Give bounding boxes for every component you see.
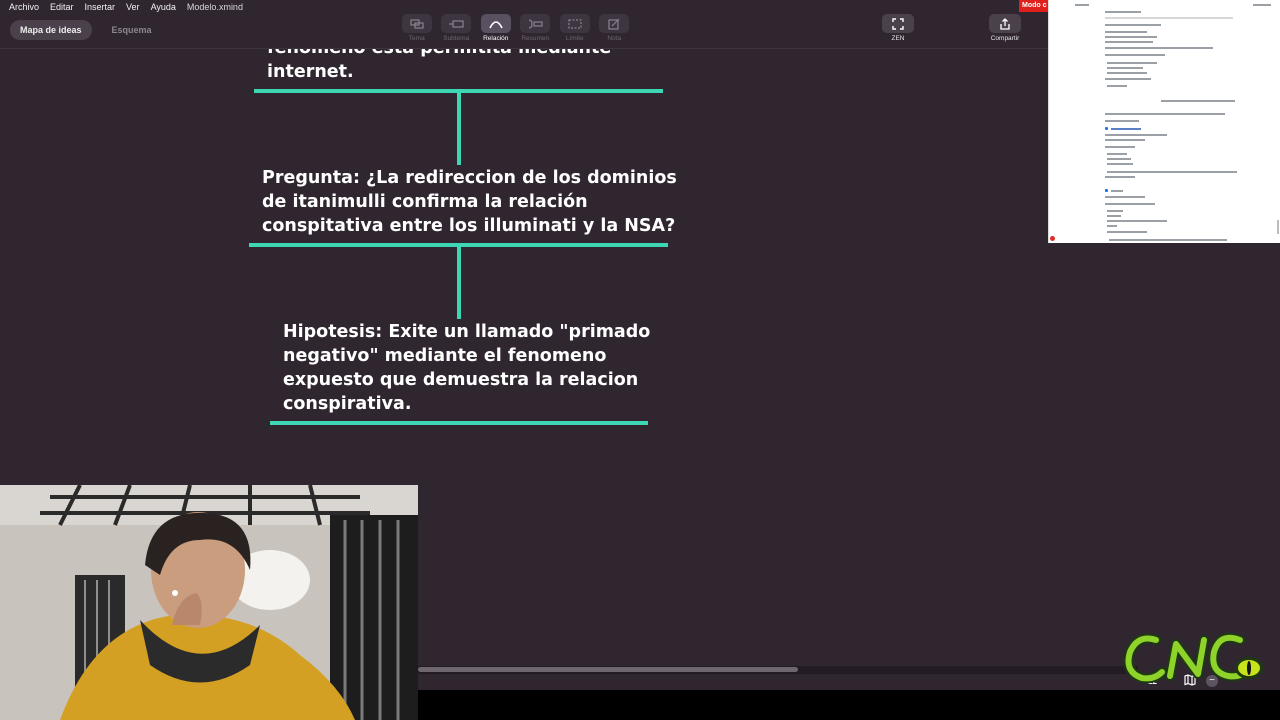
resumen-button[interactable]: Resumen: [516, 14, 556, 46]
document-name: Modelo.xmind: [186, 1, 243, 12]
subtema-icon: [441, 14, 472, 33]
topic-text-line: conspitativa entre los illuminati y la N…: [262, 216, 676, 236]
tema-label: Tema: [408, 35, 425, 42]
compartir-button[interactable]: Compartir: [985, 14, 1025, 46]
page-text: [1105, 31, 1147, 33]
topic-text-line: conspirativa.: [283, 394, 412, 414]
limite-button[interactable]: Límite: [555, 14, 595, 46]
page-text: [1105, 113, 1225, 115]
resumen-icon: [520, 14, 551, 33]
topic-text-line: Pregunta: ¿La redireccion de los dominio…: [262, 168, 677, 188]
compartir-label: Compartir: [990, 35, 1020, 42]
limite-label: Límite: [565, 35, 584, 42]
topic-text-line: internet.: [267, 62, 354, 82]
page-text: [1107, 210, 1123, 212]
page-text: [1105, 134, 1167, 136]
page-text: [1107, 225, 1117, 227]
tema-button[interactable]: Tema: [397, 14, 437, 46]
subtema-button[interactable]: Subtema: [437, 14, 477, 46]
tab-esquema[interactable]: Esquema: [102, 20, 162, 40]
page-scrollbar[interactable]: [1277, 220, 1279, 234]
insert-toolbar: Tema Subtema Relación Resumen Límite Not…: [397, 14, 634, 46]
page-text: [1105, 41, 1153, 43]
topic-text-line: fenomeno esta permitita mediante: [267, 49, 611, 60]
topic-underline: [270, 421, 648, 425]
scrollbar-thumb[interactable]: [418, 667, 798, 672]
topic-node-hipotesis[interactable]: Hipotesis: Exite un llamado "primado neg…: [283, 320, 650, 416]
relacion-label: Relación: [483, 35, 509, 42]
branch-connector: [457, 93, 461, 165]
page-text: [1105, 146, 1135, 148]
page-text: [1161, 100, 1235, 102]
nota-label: Nota: [607, 35, 622, 42]
zen-icon: [882, 14, 914, 33]
page-text: [1107, 171, 1237, 173]
tema-icon: [401, 14, 432, 33]
page-text: [1105, 54, 1165, 56]
page-text: [1105, 120, 1139, 122]
zen-button[interactable]: ZEN: [878, 14, 918, 46]
page-bullet: [1105, 189, 1108, 192]
page-text: [1107, 215, 1121, 217]
relacion-button[interactable]: Relación: [476, 14, 516, 46]
limite-icon: [559, 14, 590, 33]
topic-text-line: Hipotesis: Exite un llamado "primado: [283, 322, 651, 342]
menu-archivo[interactable]: Archivo: [9, 2, 39, 12]
page-text: [1075, 4, 1089, 6]
webcam-overlay: [0, 485, 418, 720]
page-text: [1107, 220, 1167, 222]
nota-icon: [599, 14, 630, 33]
page-text: [1107, 231, 1147, 233]
tab-mapa-de-ideas[interactable]: Mapa de ideas: [10, 20, 92, 40]
topic-text-line: de itanimulli confirma la relación: [262, 192, 588, 212]
browser-overlay: [1048, 0, 1280, 243]
page-text: [1107, 85, 1127, 87]
page-text: [1107, 67, 1143, 69]
bottom-black-strip: [418, 690, 1280, 720]
page-text: [1105, 47, 1213, 49]
menu-ayuda[interactable]: Ayuda: [151, 2, 176, 12]
page-text: [1107, 72, 1147, 74]
page-text: [1105, 139, 1145, 141]
page-link[interactable]: [1111, 128, 1141, 130]
zen-label: ZEN: [891, 35, 905, 42]
page-rule: [1105, 17, 1233, 19]
topic-node[interactable]: fenomeno esta permitita mediante interne…: [267, 49, 611, 84]
topic-node-pregunta[interactable]: Pregunta: ¿La redireccion de los dominio…: [262, 166, 677, 238]
page-text: [1109, 239, 1227, 241]
record-icon: [1050, 236, 1055, 241]
channel-logo: [1118, 622, 1278, 690]
topic-text-line: expuesto que demuestra la relacion: [283, 370, 639, 390]
xmind-window: { "menu": { "items": ["Archivo", "Editar…: [0, 0, 1280, 720]
menu-ver[interactable]: Ver: [126, 2, 140, 12]
menu-bar: Archivo Editar Insertar Ver Ayuda Modelo…: [0, 0, 1048, 13]
topic-text-line: negativo" mediante el fenomeno: [283, 346, 607, 366]
page-text: [1105, 78, 1151, 80]
compartir-icon: [989, 14, 1021, 33]
page-text: [1107, 62, 1157, 64]
branch-connector: [457, 247, 461, 319]
page-text: [1111, 190, 1123, 192]
page-text: [1105, 11, 1141, 13]
page-text: [1107, 163, 1133, 165]
page-text: [1107, 158, 1131, 160]
modo-badge: Modo c: [1019, 0, 1048, 12]
page-bullet: [1105, 127, 1108, 130]
page-text: [1105, 24, 1161, 26]
menu-insertar[interactable]: Insertar: [85, 2, 116, 12]
page-text: [1107, 153, 1127, 155]
page-text: [1105, 36, 1157, 38]
page-text: [1105, 203, 1155, 205]
page-text: [1105, 176, 1135, 178]
view-tabs: Mapa de ideas Esquema: [10, 20, 162, 40]
menu-editar[interactable]: Editar: [50, 2, 74, 12]
page-text: [1253, 4, 1271, 6]
nota-button[interactable]: Nota: [595, 14, 635, 46]
relacion-icon: [480, 14, 511, 33]
subtema-label: Subtema: [443, 35, 470, 42]
resumen-label: Resumen: [521, 35, 550, 42]
page-text: [1105, 196, 1145, 198]
